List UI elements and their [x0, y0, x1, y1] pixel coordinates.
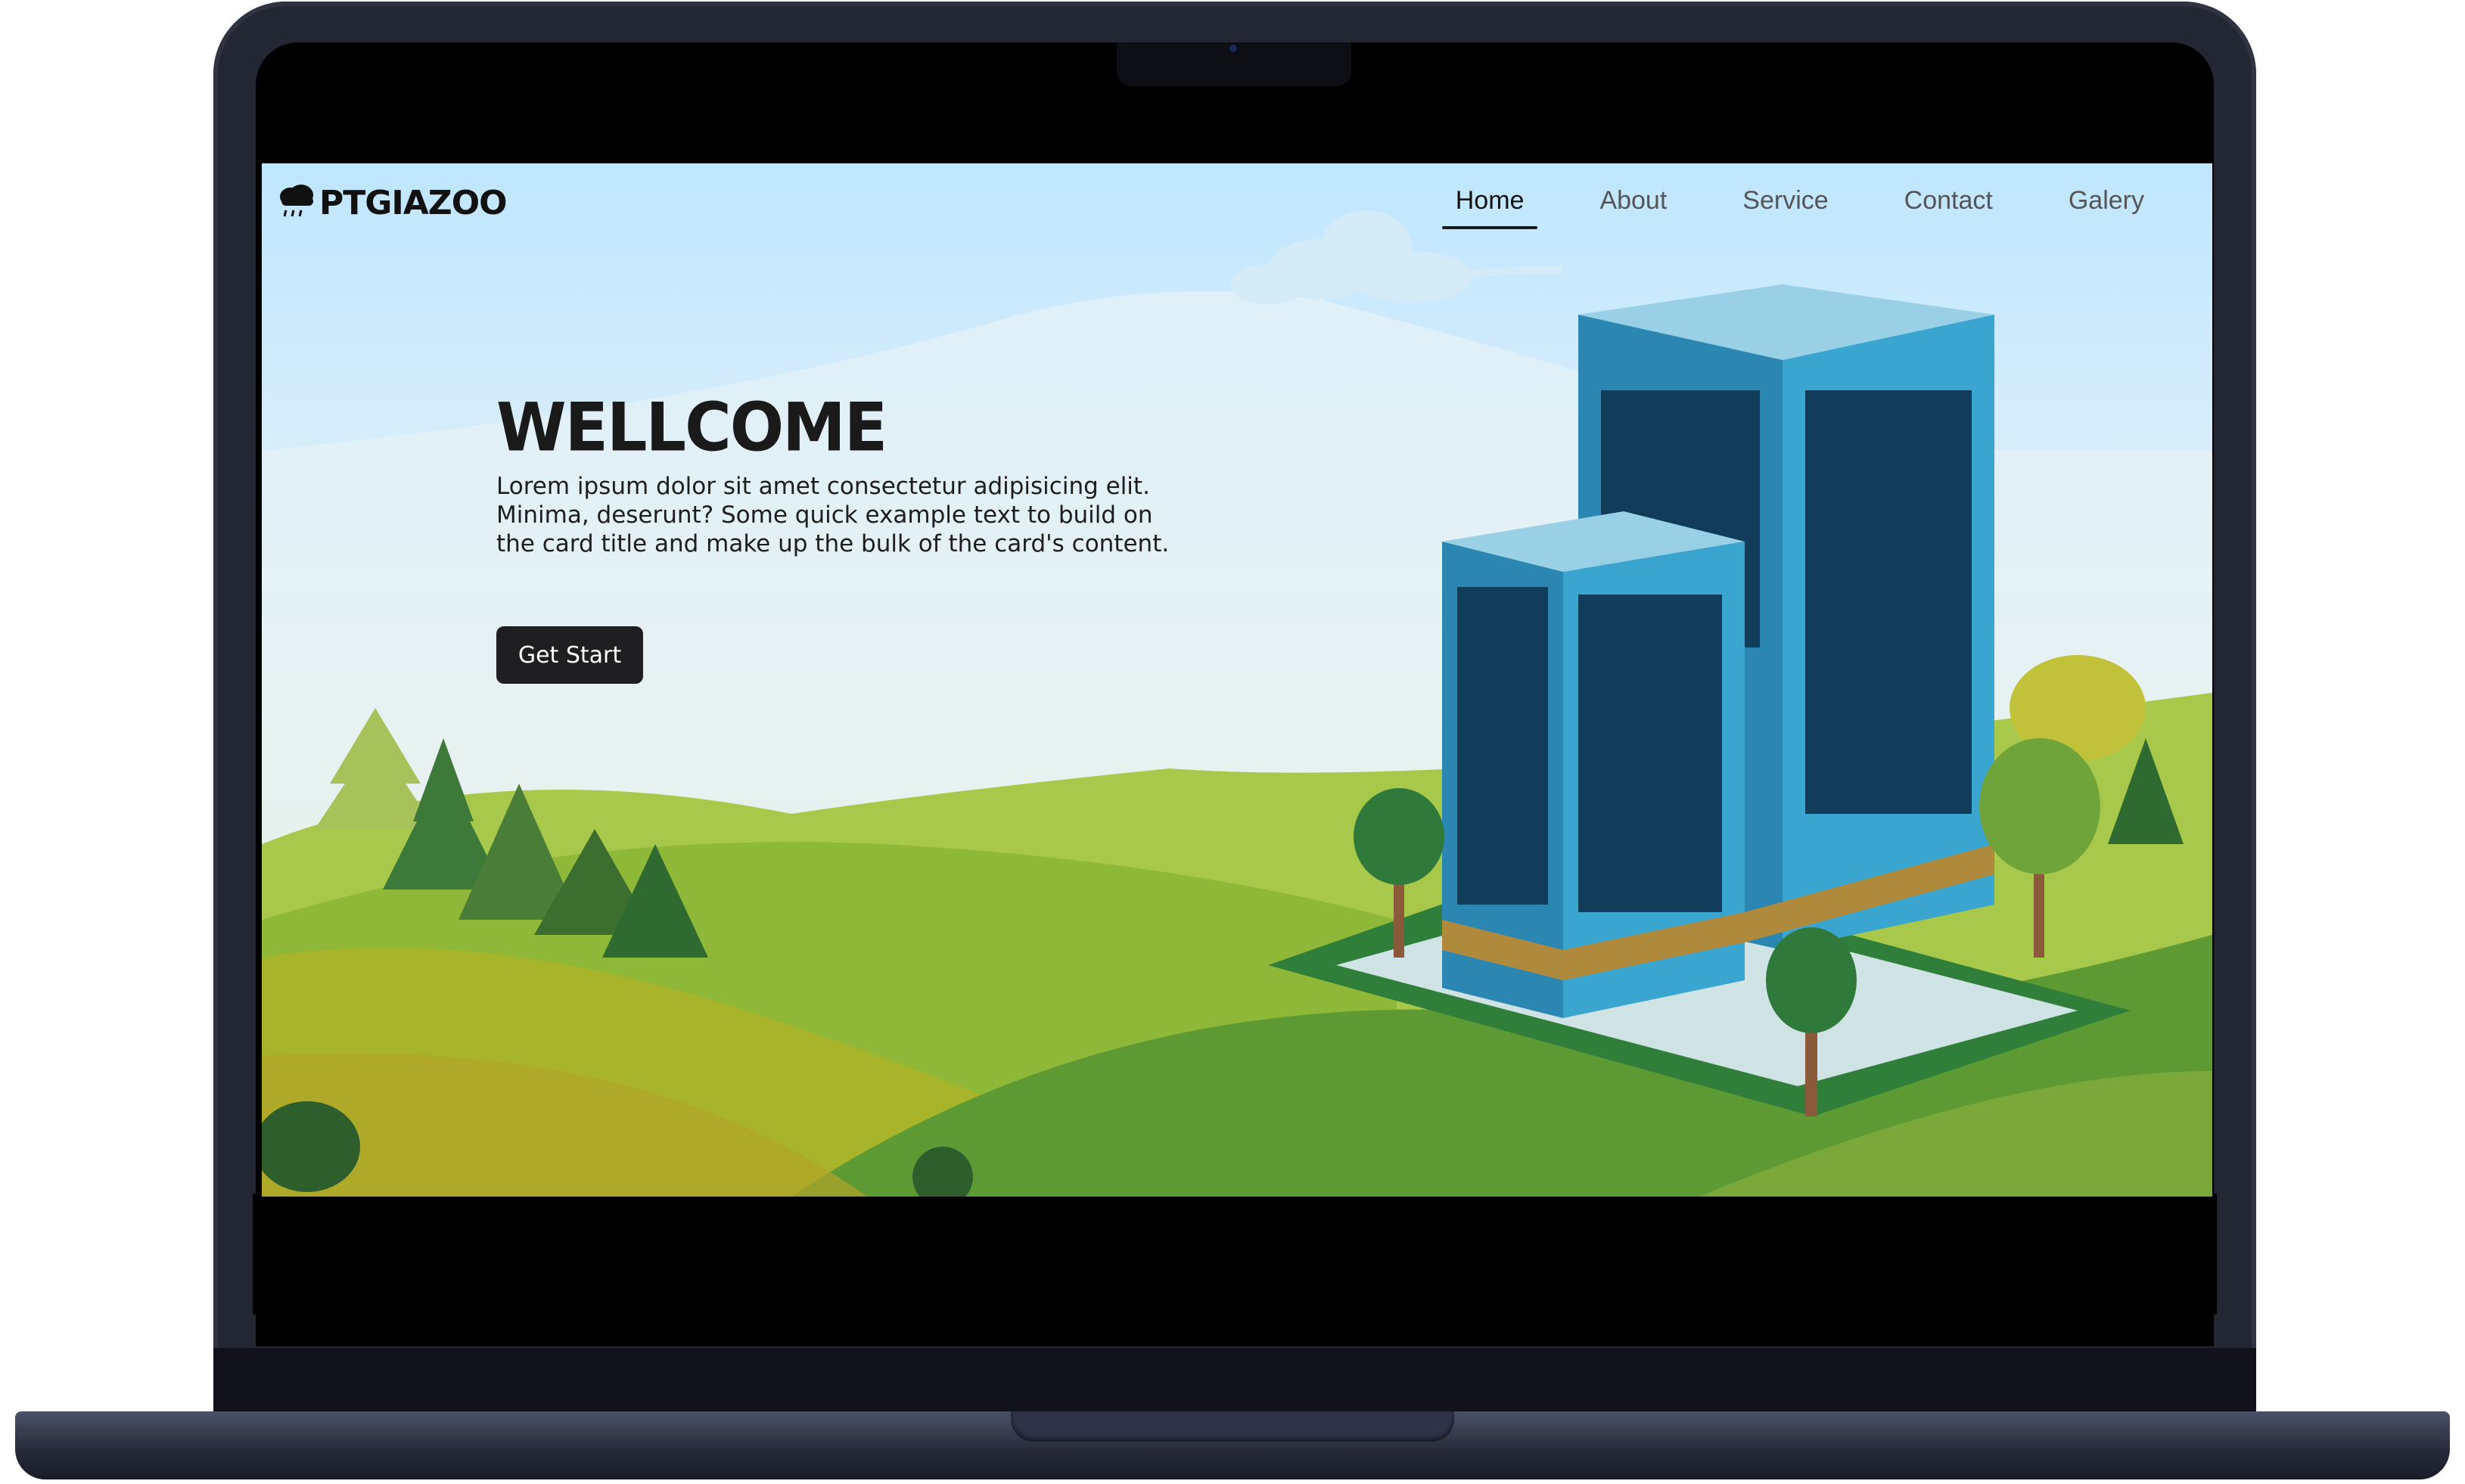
- nav-service[interactable]: Service: [1705, 186, 1866, 229]
- cloud-rain-icon: [275, 180, 318, 226]
- camera-icon: [1229, 45, 1237, 52]
- main-navigation: Home About Service Contact Galery: [1418, 186, 2182, 229]
- laptop-base-lip: [1011, 1411, 1454, 1442]
- nav-contact[interactable]: Contact: [1867, 186, 2031, 229]
- brand-name: PTGIAZOO: [319, 184, 508, 222]
- hero-section: WELLCOME Lorem ipsum dolor sit amet cons…: [496, 388, 1177, 558]
- nav-galery[interactable]: Galery: [2031, 186, 2182, 229]
- get-start-button[interactable]: Get Start: [496, 626, 643, 684]
- laptop-chin: [213, 1348, 2256, 1411]
- nav-home[interactable]: Home: [1418, 186, 1562, 229]
- screen-bottom-bar: [253, 1194, 2217, 1315]
- nav-about[interactable]: About: [1562, 186, 1705, 229]
- brand-logo[interactable]: PTGIAZOO: [275, 180, 508, 226]
- hero-title: WELLCOME: [496, 388, 887, 467]
- website-screen: PTGIAZOO Home About Service Contact Gale…: [262, 163, 2212, 1197]
- hero-description: Lorem ipsum dolor sit amet consectetur a…: [496, 473, 1170, 557]
